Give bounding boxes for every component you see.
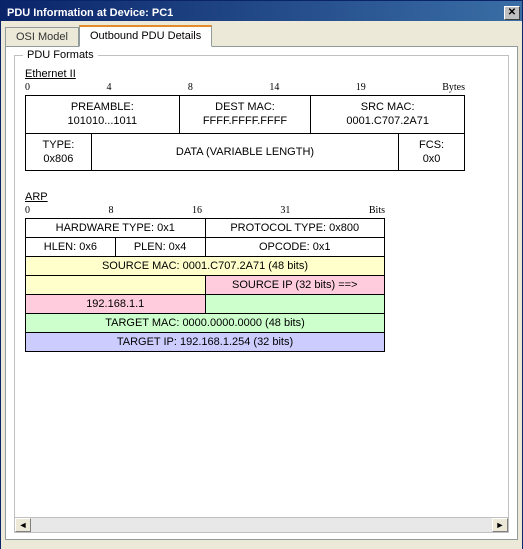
ruler-tick: 19 [356, 82, 366, 93]
horizontal-scrollbar[interactable]: ◄ ► [14, 517, 509, 533]
arp-hwtype-cell: HARDWARE TYPE: 0x1 [26, 219, 206, 238]
arp-source-ip-value-cell: 192.168.1.1 [26, 295, 206, 314]
arp-opcode-cell: OPCODE: 0x1 [205, 238, 385, 257]
eth-preamble-cell: PREAMBLE: 101010...1011 [26, 96, 180, 134]
ruler-tick: 4 [106, 82, 111, 93]
eth-destmac-cell: DEST MAC: FFFF.FFFF.FFFF [179, 96, 311, 134]
tab-content: PDU Formats Ethernet II 0 4 8 14 19 Byte… [5, 46, 518, 540]
tab-strip: OSI Model Outbound PDU Details [5, 25, 518, 47]
ruler-tick: 0 [25, 82, 30, 93]
tab-osi-model[interactable]: OSI Model [5, 27, 79, 47]
scroll-left-button[interactable]: ◄ [15, 518, 31, 532]
arp-header-diagram: HARDWARE TYPE: 0x1 PROTOCOL TYPE: 0x800 … [25, 218, 385, 352]
ruler-unit: Bytes [442, 82, 465, 93]
arp-source-mac-cont-cell [26, 276, 206, 295]
window-title: PDU Information at Device: PC1 [7, 7, 173, 19]
pdu-scroll-area: Ethernet II 0 4 8 14 19 Bytes PREAMBLE: … [25, 68, 498, 508]
ruler-tick: 14 [269, 82, 279, 93]
ethernet-byte-ruler: 0 4 8 14 19 Bytes [25, 82, 465, 93]
ruler-tick: 31 [280, 205, 290, 216]
arp-target-mac-cell: TARGET MAC: 0000.0000.0000 (48 bits) [26, 314, 385, 333]
arp-plen-cell: PLEN: 0x4 [115, 238, 205, 257]
ruler-tick: 0 [25, 205, 30, 216]
scroll-right-button[interactable]: ► [492, 518, 508, 532]
arp-target-mac-start-cell [205, 295, 385, 314]
arp-bit-ruler: 0 8 16 31 Bits [25, 205, 385, 216]
ethernet-section-title: Ethernet II [25, 68, 498, 80]
arp-prototype-cell: PROTOCOL TYPE: 0x800 [205, 219, 385, 238]
arp-source-ip-label-cell: SOURCE IP (32 bits) ==> [205, 276, 385, 295]
eth-type-cell: TYPE: 0x806 [26, 133, 92, 171]
close-button[interactable]: ✕ [504, 6, 520, 20]
arp-source-mac-cell: SOURCE MAC: 0001.C707.2A71 (48 bits) [26, 257, 385, 276]
tab-outbound-pdu-details[interactable]: Outbound PDU Details [79, 25, 212, 47]
eth-data-cell: DATA (VARIABLE LENGTH) [91, 133, 398, 171]
window-body: OSI Model Outbound PDU Details PDU Forma… [1, 21, 522, 549]
ethernet-header-diagram: PREAMBLE: 101010...1011 DEST MAC: FFFF.F… [25, 95, 465, 171]
ruler-tick: 8 [108, 205, 113, 216]
title-bar: PDU Information at Device: PC1 ✕ [1, 1, 522, 21]
ruler-tick: 16 [192, 205, 202, 216]
pdu-formats-group: PDU Formats Ethernet II 0 4 8 14 19 Byte… [14, 55, 509, 521]
ruler-tick: 8 [188, 82, 193, 93]
fieldset-legend: PDU Formats [23, 49, 98, 61]
eth-srcmac-cell: SRC MAC: 0001.C707.2A71 [311, 96, 465, 134]
eth-fcs-cell: FCS: 0x0 [399, 133, 465, 171]
arp-target-ip-cell: TARGET IP: 192.168.1.254 (32 bits) [26, 333, 385, 352]
arp-section-title: ARP [25, 191, 498, 203]
arp-hlen-cell: HLEN: 0x6 [26, 238, 116, 257]
ruler-unit: Bits [369, 205, 385, 216]
